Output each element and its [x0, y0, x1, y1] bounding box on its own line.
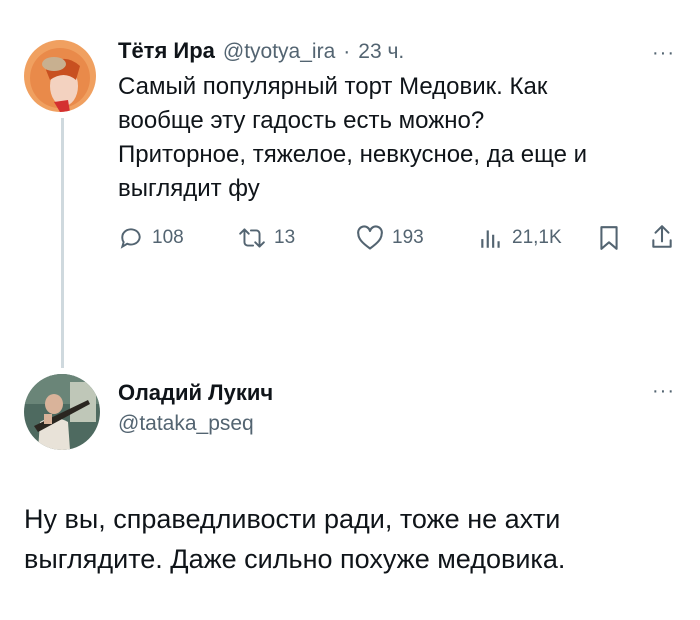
- tweet-text-line: Самый популярный торт Медовик. Как: [118, 73, 548, 100]
- tweet-text-line: Приторное, тяжелое, невкусное, да еще и: [118, 141, 588, 168]
- reply-icon: [118, 225, 144, 251]
- author-name[interactable]: Оладий Лукич: [118, 380, 273, 406]
- like-icon: [356, 225, 384, 251]
- author-handle[interactable]: @tyotya_ira: [223, 40, 335, 64]
- thread-connector-line: [61, 118, 64, 368]
- retweet-icon: [238, 225, 266, 251]
- reply-button[interactable]: 108: [118, 225, 184, 251]
- separator: ·: [343, 40, 351, 63]
- share-icon[interactable]: [650, 224, 674, 255]
- tweet-text: Самый популярный торт Медовик. Как вообщ…: [118, 70, 678, 206]
- reply-text-line: выглядите. Даже сильно похуже медовика.: [24, 544, 566, 574]
- avatar-oladiy-lukich[interactable]: [24, 374, 100, 450]
- author-handle[interactable]: @tataka_pseq: [118, 412, 273, 436]
- author-name[interactable]: Тётя Ира: [118, 38, 215, 64]
- retweet-button[interactable]: 13: [238, 225, 295, 251]
- views-button[interactable]: 21,1K: [478, 225, 562, 251]
- reply-count: 108: [152, 227, 184, 248]
- more-options-button[interactable]: ···: [652, 42, 675, 65]
- reply-text-line: Ну вы, справедливости ради, тоже не ахти: [24, 504, 561, 534]
- views-count: 21,1K: [512, 227, 562, 248]
- reply-text: Ну вы, справедливости ради, тоже не ахти…: [24, 499, 684, 579]
- tweet-time[interactable]: 23 ч.: [358, 40, 404, 64]
- tweet-text-line: выглядит фу: [118, 175, 260, 202]
- avatar-tyotya-ira[interactable]: [24, 40, 96, 112]
- views-icon: [478, 225, 504, 251]
- more-options-button[interactable]: ···: [652, 380, 675, 403]
- retweet-count: 13: [274, 227, 296, 248]
- like-count: 193: [392, 227, 424, 248]
- bookmark-icon[interactable]: [597, 225, 621, 256]
- tweet-header: Тётя Ира @tyotya_ira · 23 ч.: [118, 38, 404, 64]
- like-button[interactable]: 193: [356, 225, 424, 251]
- tweet-text-line: вообще эту гадость есть можно?: [118, 107, 485, 134]
- reply-author-block: Оладий Лукич @tataka_pseq: [118, 380, 273, 436]
